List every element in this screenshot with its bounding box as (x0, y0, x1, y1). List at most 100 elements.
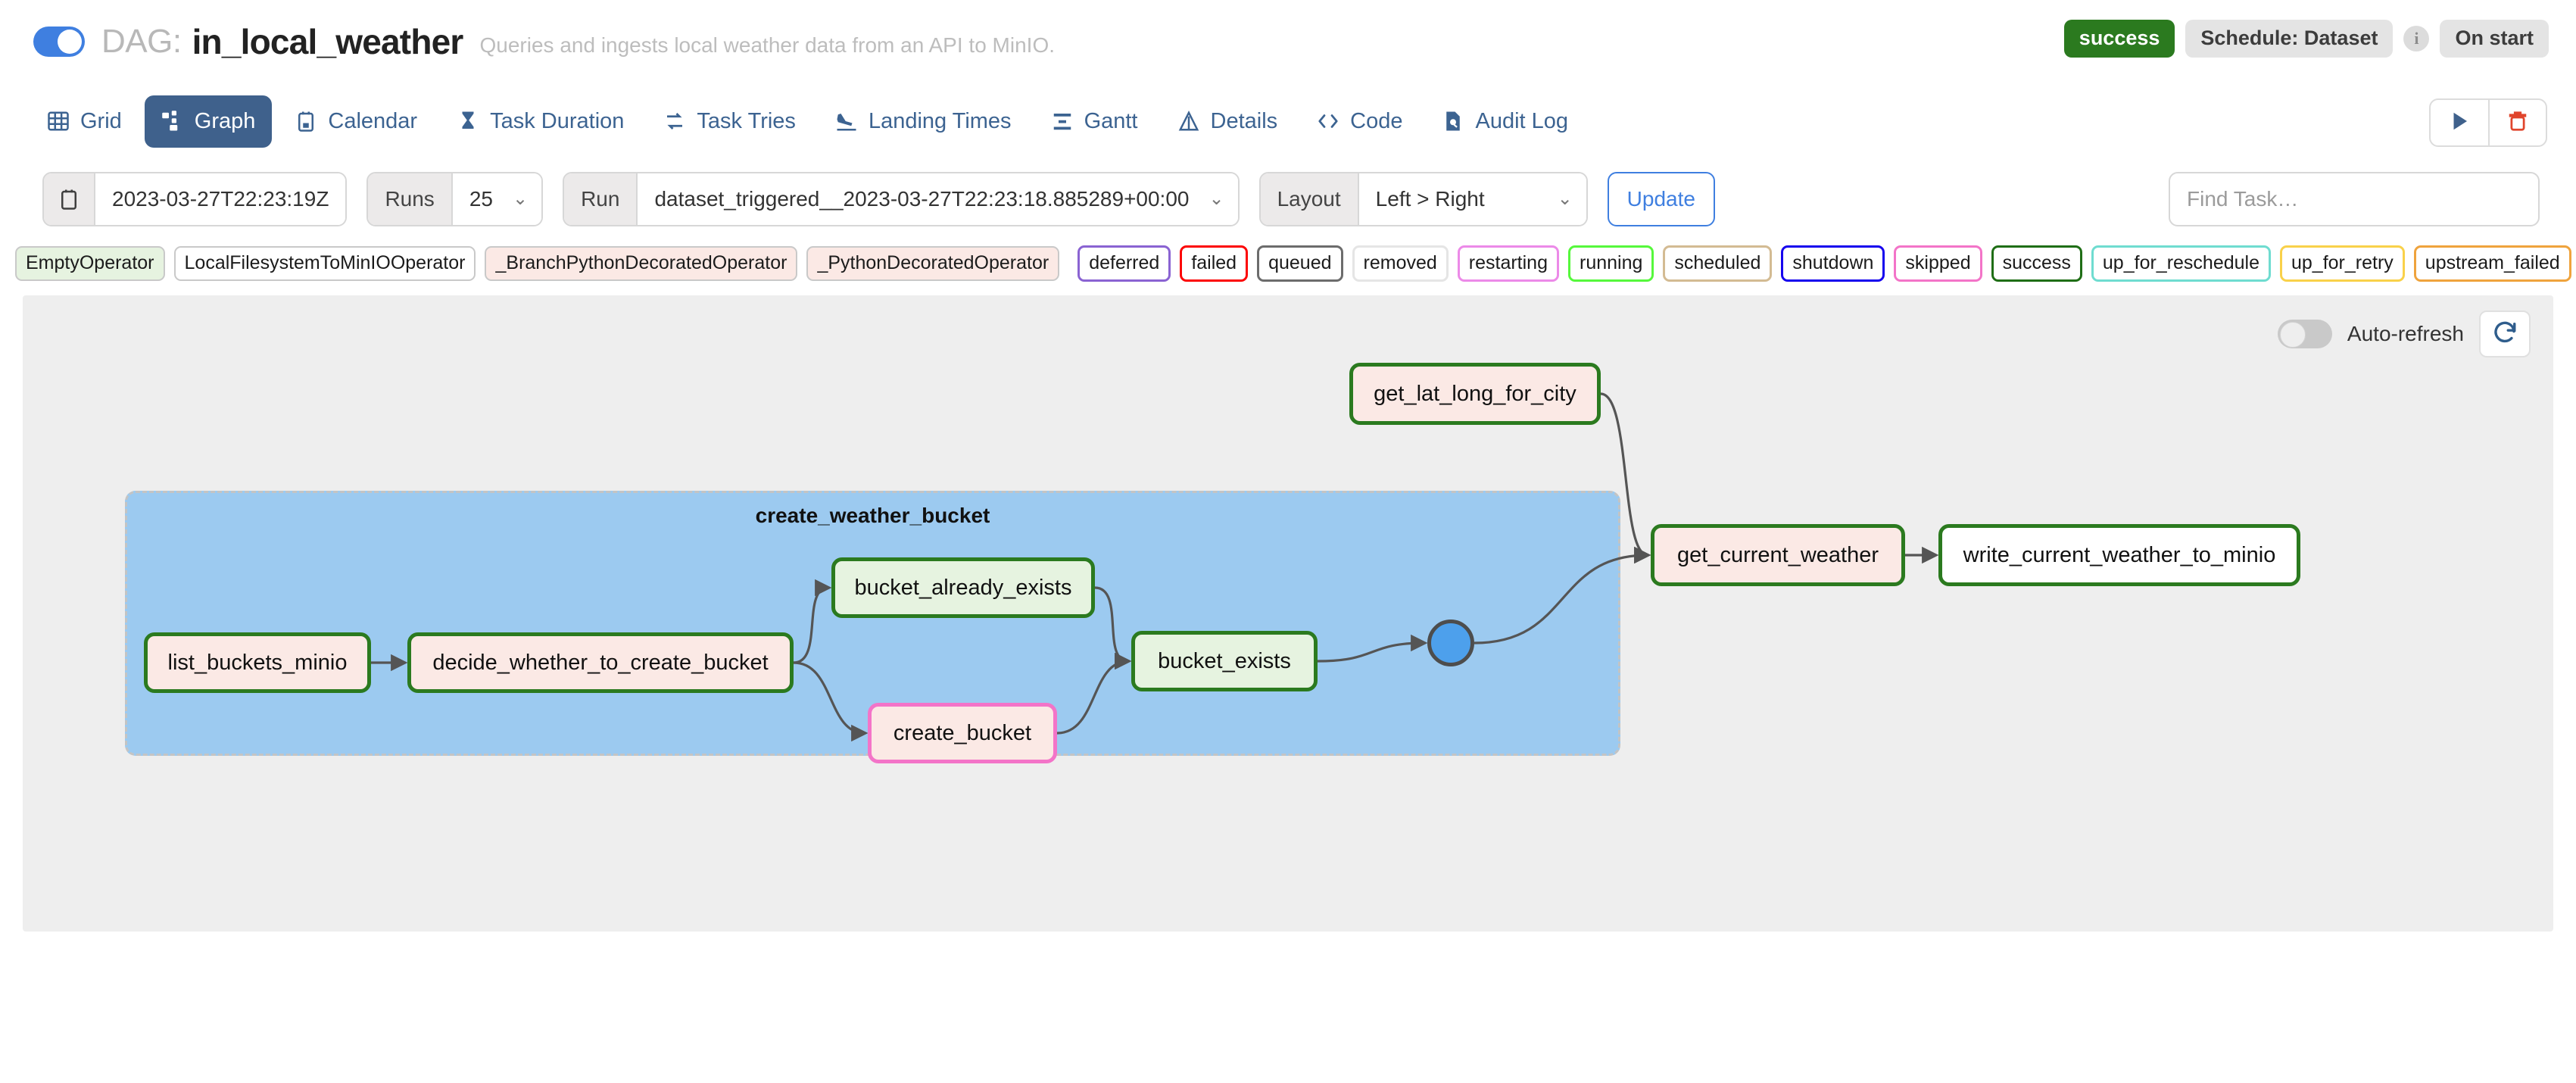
auto-refresh-controls: Auto-refresh (2277, 311, 2531, 357)
legend-status-deferred[interactable]: deferred (1077, 245, 1171, 282)
tab-graph[interactable]: Graph (144, 95, 273, 148)
legend-status-failed[interactable]: failed (1180, 245, 1249, 282)
hourglass-icon (457, 110, 479, 133)
base-date-input[interactable]: 2023-03-27T22:23:19Z (95, 173, 346, 225)
task-node-label: get_current_weather (1677, 542, 1879, 567)
tab-task-tries[interactable]: Task Tries (647, 95, 812, 148)
graph-nodes-layer: create_weather_bucket get_lat_long_for_ci… (23, 295, 2553, 932)
delete-dag-button[interactable] (2488, 100, 2546, 145)
num-runs-control: Runs 25 ⌄ (366, 172, 544, 226)
tab-calendar[interactable]: Calendar (278, 95, 434, 148)
update-button[interactable]: Update (1607, 172, 1715, 226)
chevron-down-icon: ⌄ (1208, 189, 1224, 209)
legend-status-queued[interactable]: queued (1257, 245, 1343, 282)
play-icon (2448, 110, 2471, 136)
tab-audit-log-label: Audit Log (1475, 108, 1569, 133)
graph-toolbar: 2023-03-27T22:23:19Z Runs 25 ⌄ Run datas… (0, 159, 2576, 239)
tab-landing-times[interactable]: Landing Times (819, 95, 1028, 148)
task-node-write_current_weather_to_minio[interactable]: write_current_weather_to_minio (1938, 524, 2300, 586)
layout-label: Layout (1260, 173, 1359, 225)
dag-pause-toggle[interactable] (33, 27, 85, 57)
tab-landing-times-label: Landing Times (868, 108, 1012, 133)
layout-select[interactable]: Left > Right ⌄ (1358, 173, 1586, 225)
task-node-label: bucket_already_exists (854, 575, 1072, 600)
legend-status-up_for_retry[interactable]: up_for_retry (2280, 245, 2405, 282)
legend-status-restarting[interactable]: restarting (1457, 245, 1559, 282)
next-run-badge: On start (2440, 20, 2549, 58)
tab-details-label: Details (1210, 108, 1278, 133)
audit-log-icon (1442, 110, 1464, 133)
legend-status-skipped[interactable]: skipped (1894, 245, 1982, 282)
num-runs-value: 25 (469, 187, 493, 211)
legend-status-upstream_failed[interactable]: upstream_failed (2413, 245, 2571, 282)
info-icon[interactable]: i (2403, 25, 2430, 51)
chevron-down-icon: ⌄ (512, 189, 529, 209)
tab-code[interactable]: Code (1300, 95, 1419, 148)
task-node-get_lat_long_for_city[interactable]: get_lat_long_for_city (1349, 363, 1601, 425)
schedule-badge[interactable]: Schedule: Dataset (2185, 20, 2394, 58)
grid-icon (47, 110, 70, 133)
refresh-button[interactable] (2479, 311, 2531, 357)
tab-task-duration-label: Task Duration (490, 108, 625, 133)
layout-control: Layout Left > Right ⌄ (1258, 172, 1588, 226)
page-title: in_local_weather (192, 22, 464, 61)
graph-canvas: Auto-refresh create_weather_bucket get_la… (23, 295, 2553, 932)
tab-graph-label: Graph (194, 108, 256, 133)
task-node-label: decide_whether_to_create_bucket (432, 650, 769, 675)
retry-icon (663, 110, 686, 133)
chevron-down-icon: ⌄ (1557, 189, 1573, 209)
legend-status-running[interactable]: running (1568, 245, 1654, 282)
dag-description: Queries and ingests local weather data f… (479, 33, 1056, 57)
gantt-icon (1051, 110, 1074, 133)
auto-refresh-label: Auto-refresh (2347, 322, 2464, 345)
calendar-icon (44, 173, 95, 225)
legend-operator-2: _BranchPythonDecoratedOperator (485, 246, 798, 281)
run-label: Run (564, 173, 638, 225)
tab-details[interactable]: Details (1161, 95, 1295, 148)
dag-label-prefix: DAG: (101, 23, 182, 60)
legend-status-success[interactable]: success (1991, 245, 2082, 282)
header-badges: success Schedule: Dataset i On start (2063, 20, 2549, 58)
task-group-label: create_weather_bucket (755, 504, 990, 527)
num-runs-select[interactable]: 25 ⌄ (452, 173, 542, 225)
num-runs-label: Runs (368, 173, 453, 225)
base-date-control: 2023-03-27T22:23:19Z (42, 172, 348, 226)
tab-gantt-label: Gantt (1084, 108, 1138, 133)
task-node-decide_whether_to_create_bucket[interactable]: decide_whether_to_create_bucket (407, 632, 794, 693)
dag-action-buttons (2429, 98, 2547, 147)
run-select[interactable]: dataset_triggered__2023-03-27T22:23:18.8… (638, 173, 1238, 225)
task-node-label: bucket_exists (1158, 648, 1291, 673)
legend-status-removed[interactable]: removed (1352, 245, 1449, 282)
task-node-bucket_exists[interactable]: bucket_exists (1131, 631, 1318, 691)
task-node-get_current_weather[interactable]: get_current_weather (1651, 524, 1905, 586)
code-icon (1317, 110, 1339, 133)
auto-refresh-toggle[interactable] (2277, 320, 2332, 348)
task-node-bucket_already_exists[interactable]: bucket_already_exists (831, 557, 1095, 618)
task-node-label: list_buckets_minio (167, 650, 348, 675)
find-task-input[interactable] (2169, 172, 2540, 226)
status-badge: success (2063, 20, 2175, 58)
legend-status-scheduled[interactable]: scheduled (1663, 245, 1773, 282)
task-node-list_buckets_minio[interactable]: list_buckets_minio (144, 632, 371, 693)
tab-code-label: Code (1350, 108, 1403, 133)
task-node-label: create_bucket (893, 720, 1032, 745)
run-value: dataset_triggered__2023-03-27T22:23:18.8… (654, 187, 1190, 211)
task-node-label: write_current_weather_to_minio (1963, 542, 2276, 567)
tab-task-duration[interactable]: Task Duration (440, 95, 641, 148)
tab-gantt[interactable]: Gantt (1034, 95, 1155, 148)
tab-audit-log[interactable]: Audit Log (1425, 95, 1585, 148)
group-exit-dot[interactable] (1427, 620, 1474, 666)
legend-operator-1: LocalFilesystemToMinIOOperator (173, 246, 476, 281)
legend-operator-3: _PythonDecoratedOperator (806, 246, 1060, 281)
task-node-create_bucket[interactable]: create_bucket (868, 703, 1057, 763)
dag-header: DAG: in_local_weather Queries and ingest… (0, 0, 2576, 83)
graph-icon (161, 110, 184, 133)
legend-status-shutdown[interactable]: shutdown (1781, 245, 1885, 282)
legend-status-up_for_reschedule[interactable]: up_for_reschedule (2091, 245, 2271, 282)
tab-task-tries-label: Task Tries (697, 108, 796, 133)
trigger-dag-button[interactable] (2431, 100, 2488, 145)
run-select-control: Run dataset_triggered__2023-03-27T22:23:… (563, 172, 1240, 226)
details-icon (1177, 110, 1200, 133)
tab-grid-label: Grid (80, 108, 122, 133)
tab-grid[interactable]: Grid (30, 95, 139, 148)
